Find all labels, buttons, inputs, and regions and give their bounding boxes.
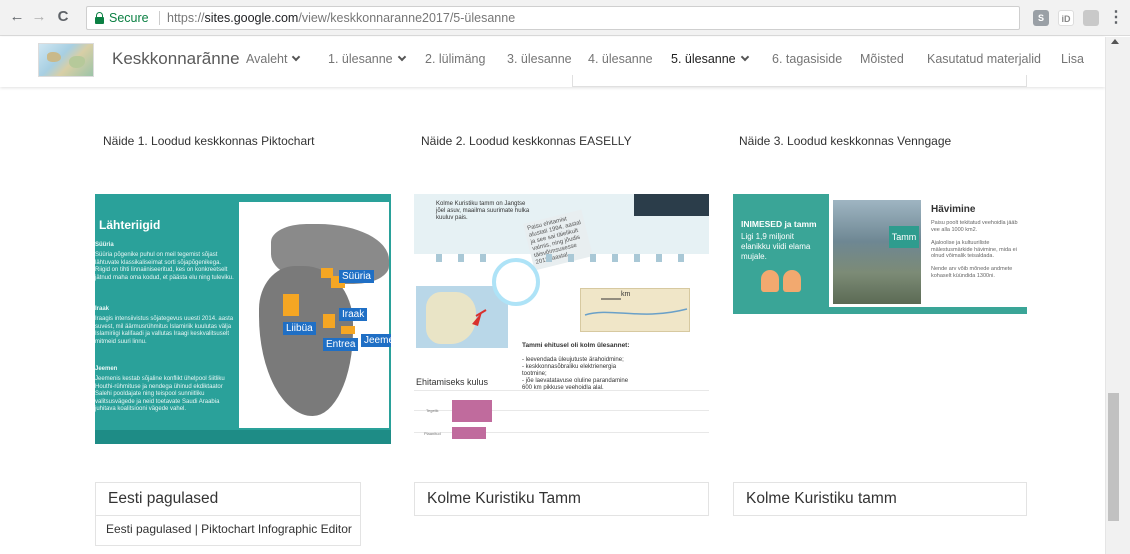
info2-gridline	[414, 390, 709, 391]
example-3-caption: Näide 3. Loodud keskkonnas Venngage	[739, 134, 952, 148]
info2-cost-bar	[452, 400, 492, 422]
reload-icon[interactable]: C	[54, 8, 72, 26]
url-host: sites.google.com	[204, 11, 299, 25]
info2-houses-row	[436, 254, 684, 262]
example-1-caption: Näide 1. Loodud keskkonnas Piktochart	[103, 134, 315, 148]
info2-map-label: km	[621, 291, 631, 298]
person-icon	[783, 270, 801, 292]
info2-cost-label: Ehitamiseks kulus	[416, 377, 489, 387]
info2-task: - leevendada üleujutuste ärahoidmine;	[522, 357, 624, 363]
omnibox-divider	[159, 11, 160, 25]
example-2-caption: Näide 2. Loodud keskkonnas EASELLY	[421, 134, 632, 148]
nav-4-ulesanne[interactable]: 4. ülesanne	[588, 52, 653, 66]
venngage-infographic[interactable]: INIMESED ja tamm Ligi 1,9 miljonit elani…	[733, 194, 1027, 314]
piktochart-infographic[interactable]: Lähteriigid Süüria Süüria põgenike puhul…	[95, 194, 391, 444]
info1-section-title: Süüria	[95, 242, 114, 248]
info3-bottom-band	[733, 307, 1027, 314]
info1-heading: Lähteriigid	[99, 218, 161, 232]
info2-china-map	[416, 286, 508, 348]
scroll-up-icon[interactable]	[1111, 39, 1119, 44]
info2-tasks-heading: Tammi ehitusel oli kolm ülesannet:	[522, 342, 630, 349]
easelly-infographic[interactable]: Kolme Kuristiku tamm on Jangtse jõel asu…	[414, 194, 709, 444]
id-extension-icon[interactable]: iD	[1058, 10, 1074, 26]
nav-5-ulesanne[interactable]: 5. ülesanne	[671, 52, 749, 66]
pdf-extension-icon[interactable]	[1083, 10, 1099, 26]
info3-right-text: Nende arv võib mõnede andmete kohaselt k…	[931, 266, 1013, 279]
info2-river-map: km	[580, 288, 690, 332]
info1-bottom-band	[95, 430, 391, 444]
info2-bar-label: Plaanitud	[424, 431, 441, 436]
map-highlight-yemen	[341, 326, 355, 334]
forward-icon[interactable]: →	[30, 8, 48, 26]
url-text[interactable]: https://sites.google.com/view/keskkonnar…	[167, 7, 515, 29]
chevron-down-icon[interactable]	[292, 52, 301, 62]
url-path: /view/keskkonnaranne2017/5-ülesanne	[298, 11, 516, 25]
map-highlight-libya	[283, 294, 299, 316]
person-icon	[761, 270, 779, 292]
info2-dam-photo	[634, 194, 709, 216]
info3-right-text: Paisu poolt tekitatud veehoidla jääb vee…	[931, 220, 1018, 233]
info2-tasks: Tammi ehitusel oli kolm ülesannet: - lee…	[522, 342, 632, 392]
back-icon[interactable]: ←	[8, 8, 26, 26]
nav-avaleht[interactable]: Avaleht	[246, 52, 301, 66]
nav-label: 5. ülesanne	[671, 52, 736, 66]
info2-task: - keskkonnasõbraliku elektrienergia toot…	[522, 364, 617, 377]
info2-cost-bar	[452, 427, 486, 439]
info1-section-text: Iraagis intensiivistus sõjategevus uuest…	[95, 316, 234, 345]
info3-left-text: Ligi 1,9 miljonit elanikku viidi elama m…	[741, 232, 811, 261]
info3-right-text: Ajaloolise ja kultuuriliste mälestusmärk…	[931, 240, 1017, 259]
chevron-down-icon[interactable]	[397, 52, 406, 62]
map-highlight-eritrea	[323, 314, 335, 328]
info1-section-text: Jeemenis kestab sõjaline konflikt ühelpo…	[95, 376, 225, 412]
info3-photo-tag: Tamm	[889, 226, 919, 248]
info1-section-title: Iraak	[95, 306, 110, 312]
lock-icon	[95, 12, 104, 24]
chevron-down-icon[interactable]	[740, 52, 749, 62]
info1-section-text: Süüria põgenike puhul on meil tegemist s…	[95, 252, 234, 281]
link-card-title[interactable]: Kolme Kuristiku Tamm	[414, 482, 709, 516]
info2-river-lines	[584, 298, 688, 316]
nav-moisted[interactable]: Mõisted	[860, 52, 904, 66]
link-card-subtitle[interactable]: Eesti pagulased | Piktochart Infographic…	[95, 516, 361, 546]
map-label: Entrea	[323, 338, 359, 351]
link-card-title[interactable]: Kolme Kuristiku tamm	[733, 482, 1027, 516]
map-label: Süüria	[339, 270, 374, 283]
info2-magnifier-circle	[492, 258, 540, 306]
site-logo[interactable]	[38, 43, 94, 77]
nav-1-ulesanne[interactable]: 1. ülesanne	[328, 52, 406, 66]
secure-label: Secure	[109, 11, 149, 25]
nav-label: 1. ülesanne	[328, 52, 393, 66]
url-scheme: https://	[167, 11, 205, 25]
info3-dam-photo: Tamm	[833, 200, 921, 304]
info2-bar-label: Tegelik	[426, 408, 439, 413]
nav-kasutatud-materjalid[interactable]: Kasutatud materjalid	[927, 52, 1041, 66]
nav-lisa[interactable]: Lisa	[1061, 52, 1084, 66]
map-label: Liibüa	[283, 322, 316, 335]
scrollbar-thumb[interactable]	[1108, 393, 1119, 521]
info2-location-marker-icon	[472, 309, 487, 326]
browser-menu-icon[interactable]: ⋮	[1108, 8, 1124, 28]
nav-label: Avaleht	[246, 52, 288, 66]
nav-3-ulesanne[interactable]: 3. ülesanne	[507, 52, 572, 66]
address-bar[interactable]: Secure https://sites.google.com/view/kes…	[86, 6, 1096, 30]
skype-extension-icon[interactable]: S	[1033, 10, 1049, 26]
nav-6-tagasiside[interactable]: 6. tagasiside	[772, 52, 842, 66]
link-card-title[interactable]: Eesti pagulased	[95, 482, 361, 516]
info3-right-title: Hävimine	[931, 204, 976, 215]
map-label: Iraak	[339, 308, 368, 321]
info1-map: Süüria Iraak Liibüa Entrea Jeemen	[239, 202, 391, 428]
embed-frame-edge	[572, 75, 1027, 87]
browser-toolbar: ← → C Secure https://sites.google.com/vi…	[0, 0, 1130, 36]
info3-left-title: INIMESED ja tamm	[741, 219, 817, 229]
info2-top-text: Kolme Kuristiku tamm on Jangtse jõel asu…	[436, 201, 530, 221]
site-title[interactable]: Keskkonnarãnne	[112, 49, 240, 69]
nav-2-lulimang[interactable]: 2. lülimäng	[425, 52, 485, 66]
map-label: Jeemen	[361, 334, 391, 347]
info1-section-title: Jeemen	[95, 366, 118, 372]
